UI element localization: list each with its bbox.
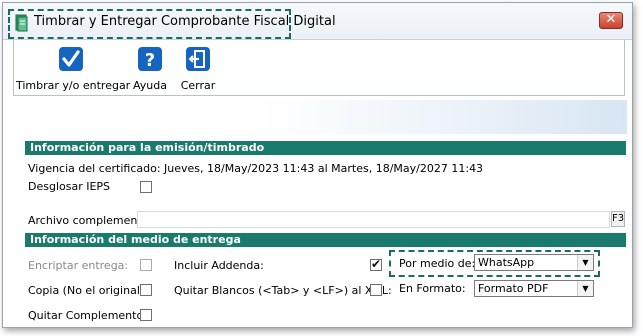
help-icon: ?	[138, 47, 162, 71]
timbrar-entregar-button[interactable]: Timbrar y/o entregar	[16, 46, 131, 92]
ayuda-label: Ayuda	[133, 79, 167, 92]
info-banner	[19, 100, 627, 134]
close-button[interactable]: ✕	[599, 12, 623, 29]
vigencia-certificado-text: Vigencia del certificado: Jueves, 18/May…	[28, 162, 484, 175]
emision-section-header: Información para la emisión/timbrado	[25, 141, 626, 155]
por-medio-select[interactable]: WhatsApp ▼	[474, 254, 594, 271]
copia-checkbox[interactable]	[140, 284, 152, 296]
svg-text:?: ?	[145, 50, 155, 71]
formato-select[interactable]: Formato PDF ▼	[474, 280, 594, 297]
dialog-window: Timbrar y Entregar Comprobante Fiscal Di…	[2, 2, 633, 328]
por-medio-value: WhatsApp	[478, 256, 535, 269]
copia-label: Copia (No el original):	[28, 284, 148, 297]
title-highlight-box	[8, 9, 291, 39]
archivo-complemento-label: Archivo complemento:	[28, 214, 153, 227]
incluir-addenda-label: Incluir Addenda:	[174, 259, 264, 272]
desglosar-ieps-label: Desglosar IEPS	[28, 180, 111, 193]
entrega-section-header: Información del medio de entrega	[25, 233, 626, 247]
incluir-addenda-checkbox[interactable]	[370, 257, 382, 271]
quitar-blancos-label: Quitar Blancos (<Tab> y <LF>) al XML:	[174, 284, 392, 297]
chevron-down-icon: ▼	[577, 281, 593, 296]
cerrar-button[interactable]: Cerrar	[178, 46, 218, 92]
quitar-complemento-label: Quitar Complemento:	[28, 309, 147, 322]
formato-value: Formato PDF	[478, 282, 549, 295]
formato-label: En Formato:	[399, 282, 466, 295]
quitar-blancos-checkbox[interactable]	[370, 284, 382, 296]
ayuda-button[interactable]: ? Ayuda	[130, 46, 170, 92]
timbrar-entregar-label: Timbrar y/o entregar	[16, 79, 131, 92]
desglosar-ieps-checkbox[interactable]	[140, 181, 152, 193]
por-medio-label: Por medio de:	[399, 257, 476, 270]
archivo-complemento-input[interactable]	[137, 211, 610, 228]
chevron-down-icon: ▼	[577, 255, 593, 270]
cerrar-label: Cerrar	[180, 79, 216, 92]
quitar-complemento-checkbox[interactable]	[140, 309, 152, 321]
toolbar: Timbrar y/o entregar ? Ayuda Cerrar	[13, 40, 625, 96]
encriptar-entrega-checkbox[interactable]	[140, 259, 152, 271]
f3-lookup-button[interactable]: F3	[611, 211, 625, 227]
encriptar-entrega-label: Encriptar entrega:	[28, 259, 129, 272]
exit-door-icon	[186, 47, 210, 71]
checkmark-icon	[59, 47, 83, 71]
